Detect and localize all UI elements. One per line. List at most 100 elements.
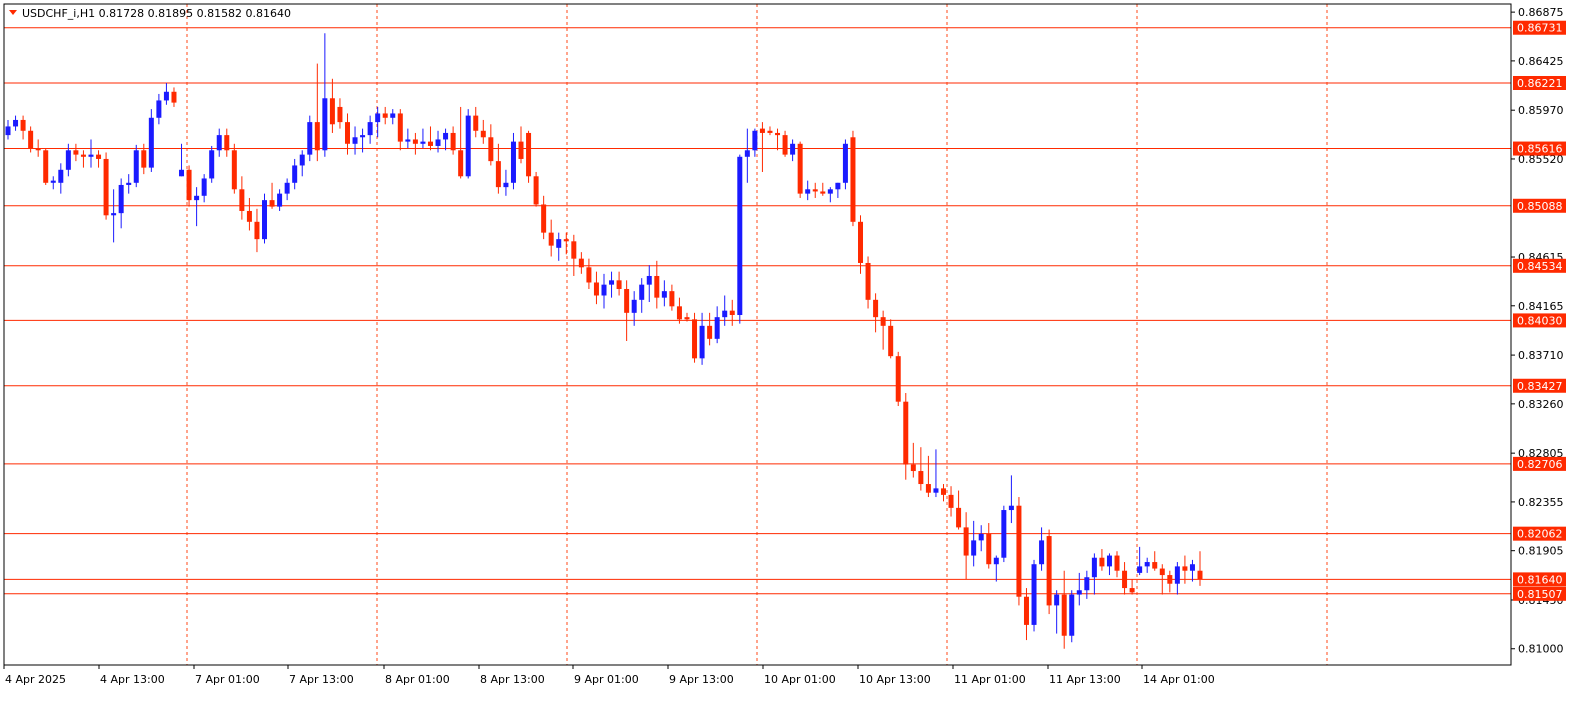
candle-body — [827, 189, 833, 194]
candle-body — [171, 91, 177, 103]
candle-body — [865, 262, 871, 300]
candle-body — [1167, 575, 1173, 584]
symbol-menu-triangle-icon[interactable] — [9, 10, 17, 15]
price-axis-label: 0.86875 — [1518, 6, 1564, 19]
candle-body — [978, 533, 984, 541]
candle-body — [262, 200, 268, 240]
candle-body — [714, 317, 720, 339]
candle-body — [526, 132, 532, 177]
candle-body — [5, 126, 11, 136]
candle-body — [1197, 570, 1203, 580]
price-chart[interactable]: 0.868750.864250.859700.855200.846150.841… — [0, 0, 1586, 703]
candle-body — [563, 239, 569, 242]
candle-body — [239, 189, 245, 211]
candle-body — [458, 150, 464, 177]
candle-body — [367, 122, 373, 136]
candle-body — [971, 540, 977, 556]
candle-body — [858, 221, 864, 263]
candle-body — [194, 195, 200, 201]
candle-body — [812, 189, 818, 192]
candle-body — [1091, 557, 1097, 578]
price-axis-label: 0.85970 — [1518, 104, 1564, 117]
candle-body — [443, 132, 449, 140]
candle-body — [405, 139, 411, 142]
candle-body — [692, 319, 698, 359]
candle-body — [888, 325, 894, 357]
candle-body — [548, 232, 554, 246]
candle-body — [292, 165, 298, 183]
time-axis-label: 9 Apr 13:00 — [669, 673, 734, 686]
candle-body — [1122, 570, 1128, 589]
candle-body — [186, 169, 192, 201]
candle-body — [35, 148, 41, 151]
candle-body — [541, 204, 547, 233]
level-price-label: 0.82706 — [1517, 458, 1563, 471]
price-axis-label: 0.82355 — [1518, 496, 1564, 509]
candle-body — [707, 325, 713, 339]
candle-body — [133, 150, 139, 183]
candle-body — [842, 143, 848, 183]
candle-body — [593, 282, 599, 296]
candle-body — [246, 210, 252, 222]
candle-body — [329, 98, 335, 125]
price-axis-label: 0.83260 — [1518, 398, 1564, 411]
candle-body — [473, 115, 479, 131]
level-price-label: 0.85088 — [1517, 200, 1563, 213]
candle-body — [1031, 564, 1037, 625]
candle-body — [533, 176, 539, 205]
level-price-label: 0.86731 — [1517, 22, 1563, 35]
candle-body — [631, 299, 637, 313]
candle-body — [1099, 557, 1105, 567]
level-price-label: 0.84534 — [1517, 260, 1563, 273]
candle-body — [141, 150, 147, 168]
candle-body — [963, 527, 969, 556]
candle-body — [1039, 540, 1045, 565]
candle-body — [352, 137, 358, 144]
candle-body — [314, 122, 320, 151]
candle-body — [73, 150, 79, 155]
candle-body — [797, 143, 803, 194]
candle-body — [284, 182, 290, 194]
level-price-label: 0.81507 — [1517, 588, 1563, 601]
candle-body — [390, 113, 396, 118]
time-axis-label: 4 Apr 2025 — [5, 673, 66, 686]
candle-body — [744, 150, 750, 157]
candle-body — [1046, 536, 1052, 606]
candle-body — [918, 471, 924, 485]
candle-body — [1008, 505, 1014, 511]
candle-body — [903, 401, 909, 465]
candle-body — [646, 275, 652, 285]
candle-body — [80, 154, 86, 157]
candle-body — [820, 191, 826, 194]
candle-body — [1174, 566, 1180, 584]
candle-body — [20, 119, 26, 131]
candle-body — [269, 200, 275, 207]
candle-body — [586, 267, 592, 283]
candle-body — [209, 150, 215, 179]
candle-body — [722, 310, 728, 318]
candle-body — [337, 106, 343, 123]
level-price-label: 0.85616 — [1517, 143, 1563, 156]
price-axis-label: 0.86425 — [1518, 55, 1564, 68]
candle-body — [790, 143, 796, 155]
candle-body — [1189, 564, 1195, 571]
candle-body — [993, 557, 999, 565]
candle-body — [1001, 510, 1007, 558]
candle-body — [910, 464, 916, 472]
candle-body — [163, 91, 169, 101]
candle-body — [435, 139, 441, 146]
mt-chart-window[interactable]: 0.86875 0.86425 0.85970 0.85520 0.84615 0.841… — [0, 0, 1586, 703]
candle-body — [1076, 590, 1082, 595]
time-axis-label: 7 Apr 13:00 — [289, 673, 354, 686]
candle-body — [412, 139, 418, 144]
candle-body — [948, 494, 954, 508]
candle-body — [782, 135, 788, 155]
time-axis-label: 8 Apr 13:00 — [480, 673, 545, 686]
candle-body — [216, 135, 222, 151]
candle-body — [277, 193, 283, 207]
candle-body — [1159, 568, 1165, 576]
price-axis-label: 0.81905 — [1518, 545, 1564, 558]
candle-body — [480, 130, 486, 138]
candle-body — [759, 128, 765, 133]
candle-body — [148, 117, 154, 168]
